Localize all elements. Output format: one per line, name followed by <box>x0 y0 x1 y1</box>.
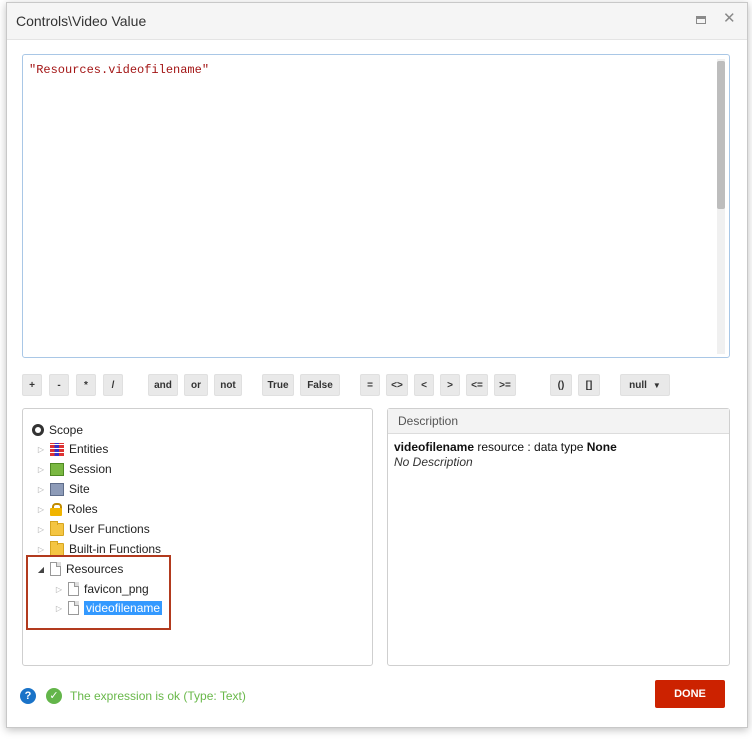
tree-item-built-in-functions[interactable]: ▷ Built-in Functions <box>36 540 161 558</box>
expression-editor[interactable]: "Resources.videofilename" <box>22 54 730 358</box>
null-dropdown[interactable]: null ▼ <box>620 374 670 396</box>
expand-triangle-icon[interactable]: ▷ <box>36 545 46 554</box>
op-divide-button[interactable]: / <box>103 374 123 396</box>
check-circle-icon: ✓ <box>46 688 62 704</box>
op-parentheses-button[interactable]: () <box>550 374 572 396</box>
tree-item-resources[interactable]: ◢ Resources <box>36 560 123 578</box>
tree-label-favicon-png: favicon_png <box>84 582 149 596</box>
expand-triangle-icon[interactable]: ▷ <box>54 585 64 594</box>
file-icon <box>68 582 79 596</box>
scope-icon <box>32 424 44 436</box>
tree-item-scope[interactable]: Scope <box>32 421 83 439</box>
tree-item-videofilename[interactable]: ▷ videofilename <box>54 599 163 617</box>
description-middle: resource : data type <box>474 440 587 454</box>
tree-label-roles: Roles <box>67 502 98 516</box>
tree-label-scope: Scope <box>49 423 84 437</box>
editor-scrollbar[interactable] <box>717 59 725 354</box>
file-icon <box>68 601 79 615</box>
op-greater-than-button[interactable]: > <box>440 374 460 396</box>
close-icon[interactable]: ✕ <box>723 11 736 26</box>
op-minus-button[interactable]: - <box>49 374 69 396</box>
expression-dialog: Controls\Video Value ✕ "Resources.videof… <box>6 2 748 728</box>
tree-label-user-functions: User Functions <box>69 522 150 536</box>
tree-item-roles[interactable]: ▷ Roles <box>36 500 98 518</box>
op-brackets-button[interactable]: [] <box>578 374 600 396</box>
done-button[interactable]: DONE <box>655 680 725 708</box>
tree-label-built-in-functions: Built-in Functions <box>69 542 162 556</box>
file-icon <box>50 562 61 576</box>
chevron-down-icon: ▼ <box>652 381 661 390</box>
session-icon <box>50 462 64 476</box>
tree-item-session[interactable]: ▷ Session <box>36 460 112 478</box>
folder-icon <box>50 540 64 556</box>
tree-item-entities[interactable]: ▷ Entities <box>36 440 108 458</box>
title-bar: Controls\Video Value ✕ <box>7 3 747 40</box>
status-message: The expression is ok (Type: Text) <box>70 689 246 703</box>
op-and-button[interactable]: and <box>148 374 178 396</box>
op-multiply-button[interactable]: * <box>76 374 96 396</box>
folder-icon <box>50 520 64 536</box>
description-text: No Description <box>394 455 473 469</box>
expression-text[interactable]: "Resources.videofilename" <box>29 63 209 77</box>
scrollbar-thumb[interactable] <box>717 61 725 209</box>
tree-label-entities: Entities <box>69 442 109 456</box>
expand-triangle-icon[interactable]: ▷ <box>36 445 46 454</box>
tree-label-videofilename: videofilename <box>84 601 163 615</box>
null-label: null <box>629 380 647 391</box>
description-type: None <box>586 440 617 454</box>
op-plus-button[interactable]: + <box>22 374 42 396</box>
maximize-icon[interactable] <box>696 16 706 24</box>
expand-triangle-icon[interactable]: ▷ <box>36 525 46 534</box>
tree-label-site: Site <box>69 482 90 496</box>
description-name: videofilename <box>394 440 475 454</box>
op-not-button[interactable]: not <box>214 374 242 396</box>
expand-triangle-icon[interactable]: ▷ <box>36 465 46 474</box>
site-icon <box>50 482 64 496</box>
op-less-than-button[interactable]: < <box>414 374 434 396</box>
entities-icon <box>50 442 64 456</box>
help-icon[interactable]: ? <box>20 688 36 704</box>
tree-item-user-functions[interactable]: ▷ User Functions <box>36 520 150 538</box>
op-false-button[interactable]: False <box>300 374 340 396</box>
tree-item-site[interactable]: ▷ Site <box>36 480 90 498</box>
expand-triangle-icon[interactable]: ▷ <box>36 505 46 514</box>
op-less-equal-button[interactable]: <= <box>466 374 488 396</box>
description-title: Description <box>398 414 459 428</box>
tree-item-favicon-png[interactable]: ▷ favicon_png <box>54 580 149 598</box>
op-equals-button[interactable]: = <box>360 374 380 396</box>
op-or-button[interactable]: or <box>184 374 208 396</box>
op-true-button[interactable]: True <box>262 374 294 396</box>
description-header: Description <box>388 409 729 434</box>
op-not-equals-button[interactable]: <> <box>386 374 408 396</box>
tree-label-resources: Resources <box>66 562 124 576</box>
expand-triangle-icon[interactable]: ▷ <box>54 604 64 613</box>
collapse-triangle-icon[interactable]: ◢ <box>36 565 46 574</box>
expand-triangle-icon[interactable]: ▷ <box>36 485 46 494</box>
dialog-title: Controls\Video Value <box>16 13 147 29</box>
description-summary: videofilename resource : data type None <box>394 440 617 454</box>
tree-label-session: Session <box>69 462 112 476</box>
op-greater-equal-button[interactable]: >= <box>494 374 516 396</box>
description-panel: Description videofilename resource : dat… <box>387 408 730 666</box>
lock-icon <box>50 502 62 516</box>
